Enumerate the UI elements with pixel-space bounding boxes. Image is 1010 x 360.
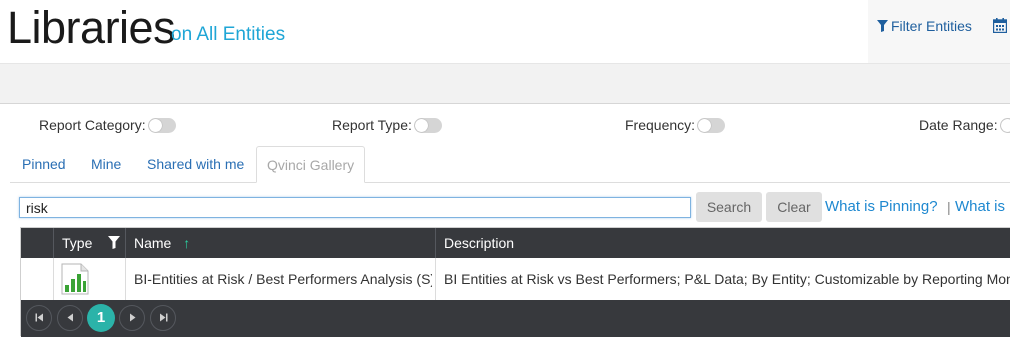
search-button[interactable]: Search xyxy=(696,192,762,222)
date-range-label: Date Range: xyxy=(919,117,998,134)
tab-qvinci-gallery[interactable]: Qvinci Gallery xyxy=(256,146,366,183)
column-divider xyxy=(125,228,126,258)
library-tabs: Pinned Mine Shared with me Qvinci Galler… xyxy=(10,146,1010,183)
bar-chart-icon xyxy=(61,263,89,295)
column-header-type[interactable]: Type xyxy=(62,228,92,258)
description-cell: BI Entities at Risk vs Best Performers; … xyxy=(444,271,1010,287)
clear-button[interactable]: Clear xyxy=(766,192,822,222)
toolbar-band xyxy=(0,64,1010,104)
page-header: Libraries on All Entities Filter Entitie… xyxy=(0,0,1010,64)
page-title: Libraries xyxy=(7,2,176,53)
type-cell xyxy=(54,258,125,300)
page-subtitle: on All Entities xyxy=(171,24,286,45)
filter-entities-label: Filter Entities xyxy=(891,18,972,34)
grid-header: Type Name ↑ Description xyxy=(21,228,1010,258)
what-is-link[interactable]: What is xyxy=(955,198,1005,215)
sort-ascending-icon: ↑ xyxy=(183,235,191,251)
funnel-icon xyxy=(877,20,888,32)
column-filter-icon[interactable] xyxy=(108,236,120,249)
report-category-label: Report Category: xyxy=(39,117,146,134)
frequency-label: Frequency: xyxy=(625,117,696,134)
date-range-filter: Date Range: xyxy=(919,116,1010,136)
column-divider xyxy=(53,228,54,258)
report-type-label: Report Type: xyxy=(332,117,412,134)
page-number-button[interactable]: 1 xyxy=(87,304,115,332)
cell-divider xyxy=(435,258,436,300)
grid-pager: 1 xyxy=(21,300,1010,337)
filter-entities-button[interactable]: Filter Entities xyxy=(877,18,972,34)
first-page-icon[interactable] xyxy=(26,305,52,331)
column-header-name[interactable]: Name ↑ xyxy=(134,228,190,258)
library-grid: Type Name ↑ Description BI-Entities at R… xyxy=(20,227,1010,337)
last-page-icon[interactable] xyxy=(150,305,176,331)
tab-mine[interactable]: Mine xyxy=(81,146,131,182)
column-name-label: Name xyxy=(134,235,172,251)
tab-shared-with-me[interactable]: Shared with me xyxy=(137,146,254,182)
report-category-filter: Report Category: xyxy=(39,116,176,136)
name-cell[interactable]: BI-Entities at Risk / Best Performers An… xyxy=(134,258,432,300)
tab-pinned[interactable]: Pinned xyxy=(12,146,76,182)
next-page-icon[interactable] xyxy=(119,305,145,331)
cell-divider xyxy=(125,258,126,300)
column-header-description[interactable]: Description xyxy=(444,228,514,258)
prev-page-icon[interactable] xyxy=(57,305,83,331)
table-row[interactable]: BI-Entities at Risk / Best Performers An… xyxy=(21,258,1010,300)
report-category-toggle[interactable] xyxy=(147,117,176,133)
column-type-label: Type xyxy=(62,235,93,251)
link-separator: | xyxy=(947,199,951,215)
column-divider xyxy=(435,228,436,258)
report-type-filter: Report Type: xyxy=(332,116,442,136)
calendar-icon[interactable] xyxy=(993,18,1007,33)
date-range-toggle[interactable] xyxy=(999,117,1010,133)
what-is-pinning-link[interactable]: What is Pinning? xyxy=(825,198,938,215)
column-description-label: Description xyxy=(444,235,515,251)
search-input[interactable] xyxy=(19,197,691,218)
frequency-filter: Frequency: xyxy=(625,116,726,136)
report-type-toggle[interactable] xyxy=(413,117,442,133)
frequency-toggle[interactable] xyxy=(697,117,726,133)
